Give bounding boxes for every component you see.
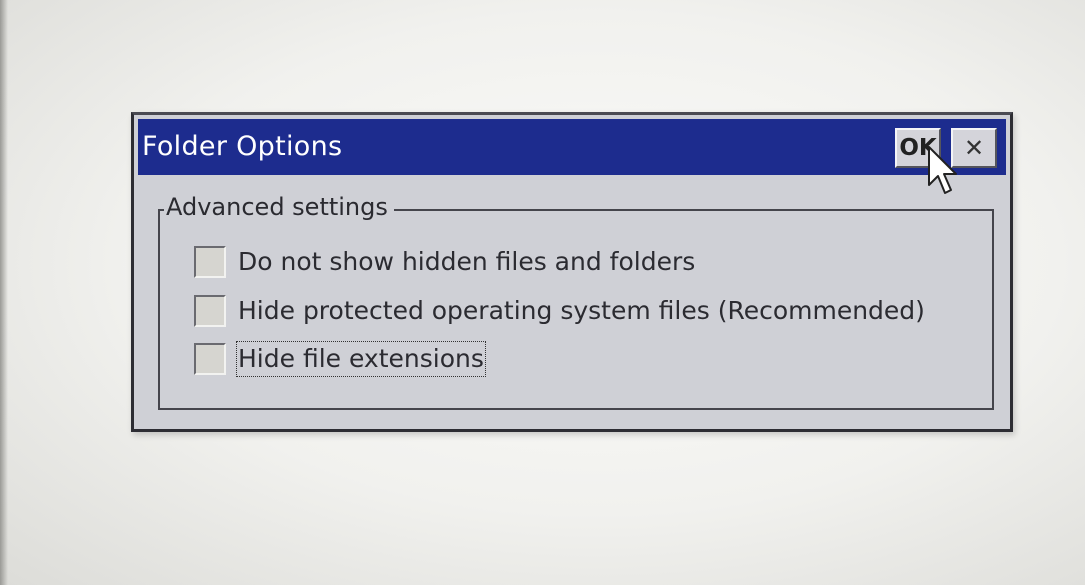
ok-button[interactable]: OK <box>895 128 941 168</box>
dialog-titlebar: Folder Options OK ✕ <box>138 119 1006 175</box>
close-button[interactable]: ✕ <box>951 128 997 168</box>
close-icon: ✕ <box>963 134 985 162</box>
advanced-settings-group: Advanced settings Do not show hidden fil… <box>158 193 994 410</box>
screen-edge-shadow <box>0 0 8 585</box>
option-label[interactable]: Do not show hidden files and folders <box>238 246 695 278</box>
option-label[interactable]: Hide protected operating system files (R… <box>238 295 925 327</box>
option-hidden-files[interactable]: Do not show hidden files and folders <box>194 245 695 279</box>
dialog-title: Folder Options <box>142 131 343 162</box>
checkbox-hidden-files[interactable] <box>194 246 226 278</box>
checkbox-protected-files[interactable] <box>194 295 226 327</box>
folder-options-dialog: Folder Options OK ✕ Advanced settings Do… <box>131 112 1013 432</box>
option-protected-files[interactable]: Hide protected operating system files (R… <box>194 294 925 328</box>
checkbox-file-extensions[interactable] <box>194 343 226 375</box>
option-label[interactable]: Hide file extensions <box>236 341 486 377</box>
option-file-extensions[interactable]: Hide file extensions <box>194 341 486 377</box>
group-label: Advanced settings <box>164 193 394 221</box>
